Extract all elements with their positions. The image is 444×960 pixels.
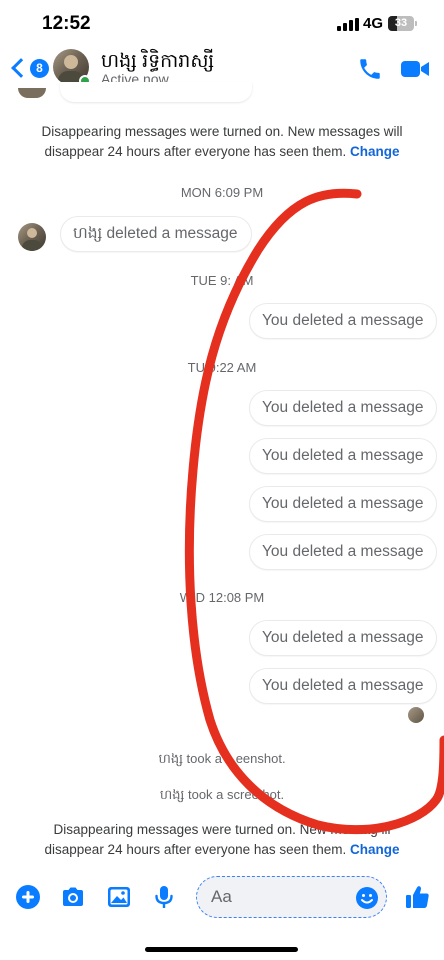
- disappearing-messages-notice: Disappearing messages were turned on. Ne…: [0, 820, 444, 860]
- battery-icon: 33: [388, 16, 417, 31]
- camera-icon[interactable]: [60, 884, 86, 910]
- status-time: 12:52: [42, 13, 91, 34]
- message-bubble-outgoing[interactable]: You deleted a message: [249, 438, 437, 474]
- message-input-box[interactable]: [196, 876, 387, 918]
- plus-icon[interactable]: [15, 884, 41, 910]
- gallery-icon[interactable]: [106, 884, 132, 910]
- chevron-left-icon: [11, 58, 31, 78]
- network-type: 4G: [363, 15, 384, 32]
- message-bubble-outgoing[interactable]: You deleted a message: [249, 668, 437, 704]
- screenshot-notice: ហង្ស took a s eenshot.: [158, 751, 286, 766]
- disappearing-messages-notice: Disappearing messages were turned on. Ne…: [0, 122, 444, 162]
- contact-avatar-partial: [18, 88, 46, 98]
- contact-avatar-small[interactable]: [18, 223, 46, 251]
- change-link[interactable]: Change: [350, 842, 400, 857]
- video-call-icon[interactable]: [400, 58, 430, 80]
- message-bubble-incoming[interactable]: ហង្ស deleted a message: [60, 216, 252, 252]
- read-receipt-avatar: [408, 707, 424, 723]
- message-bubble-outgoing[interactable]: You deleted a message: [249, 390, 437, 426]
- signal-strength-icon: [337, 18, 359, 31]
- screenshot-notice: ហង្ស took a scree hot.: [159, 787, 285, 802]
- message-bubble-outgoing[interactable]: You deleted a message: [249, 534, 437, 570]
- thumbs-up-icon[interactable]: [404, 884, 431, 911]
- message-bubble-partial: [60, 82, 252, 102]
- phone-call-icon[interactable]: [357, 56, 383, 82]
- status-bar: 12:52 4G 33: [0, 0, 444, 46]
- back-button[interactable]: 8: [8, 56, 49, 80]
- message-bubble-outgoing[interactable]: You deleted a message: [249, 620, 437, 656]
- home-indicator: [145, 947, 298, 952]
- message-timestamp: W D 12:08 PM: [179, 590, 265, 605]
- change-link[interactable]: Change: [350, 144, 400, 159]
- message-input[interactable]: [211, 885, 351, 909]
- emoji-icon[interactable]: [355, 886, 379, 910]
- notice-line: disappear 24 hours after everyone has se…: [44, 842, 347, 857]
- message-list[interactable]: Disappearing messages were turned on. Ne…: [0, 82, 444, 866]
- message-timestamp: MON 6:09 PM: [180, 185, 264, 200]
- unread-count-badge: 8: [30, 58, 49, 78]
- message-bubble-outgoing[interactable]: You deleted a message: [249, 486, 437, 522]
- message-bubble-outgoing[interactable]: You deleted a message: [249, 303, 437, 339]
- battery-percentage: 33: [394, 17, 408, 29]
- message-timestamp: TU 9:22 AM: [187, 360, 257, 375]
- message-timestamp: TUE 9: AM: [190, 273, 254, 288]
- notice-line: Disappearing messages were turned on. Ne…: [41, 124, 403, 139]
- message-composer: [0, 866, 444, 928]
- microphone-icon[interactable]: [151, 884, 177, 910]
- notice-line: disappear 24 hours after everyone has se…: [44, 144, 347, 159]
- notice-line: Disappearing messages were turned on. Ne…: [53, 822, 391, 837]
